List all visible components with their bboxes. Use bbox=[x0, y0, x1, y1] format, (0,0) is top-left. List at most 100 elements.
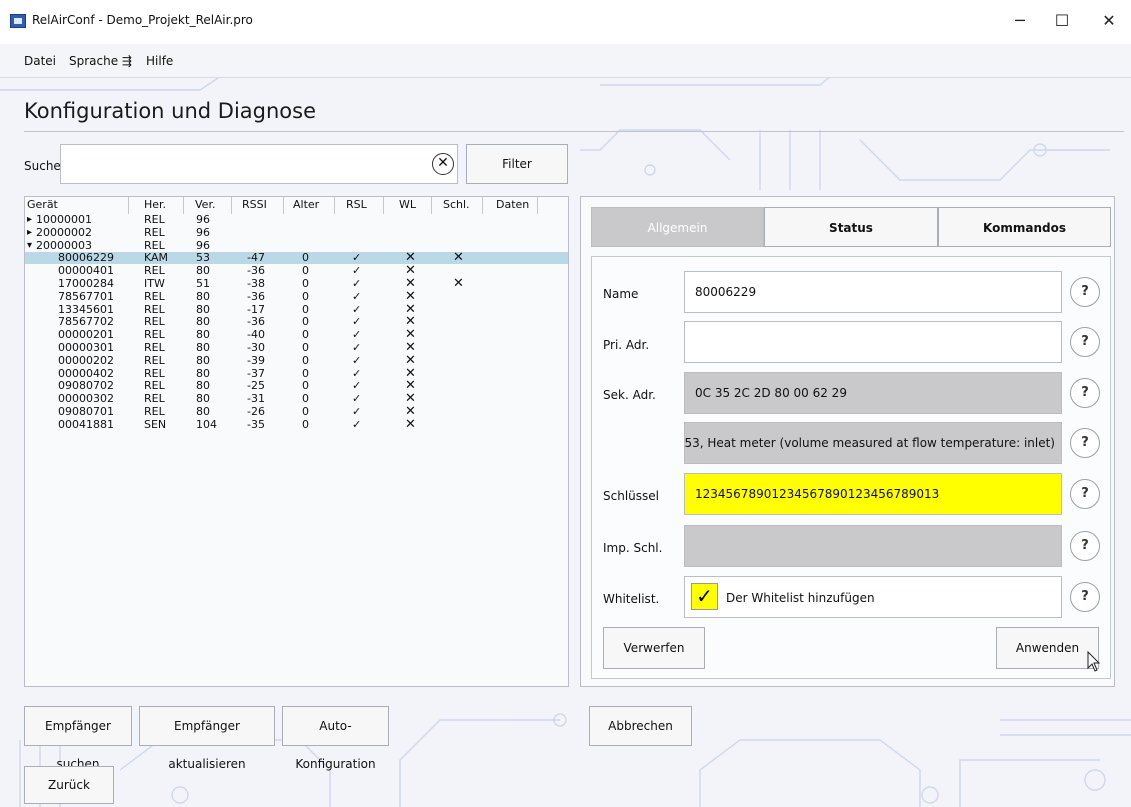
cell-age: 0 bbox=[302, 341, 309, 354]
auto-config-button[interactable]: Auto-Konfiguration bbox=[282, 706, 389, 771]
cell-rsl: ✓ bbox=[352, 328, 362, 342]
import-key-help-button[interactable]: ? bbox=[1070, 531, 1100, 561]
cell-version: 80 bbox=[196, 264, 210, 278]
table-row[interactable]: 00000302 REL 80 -31 0 ✓ ✕ bbox=[25, 392, 568, 406]
col-header-whitelist[interactable]: WL bbox=[399, 198, 416, 214]
tab-kommandos[interactable]: Kommandos bbox=[938, 207, 1111, 247]
tab-status[interactable]: Status bbox=[764, 207, 938, 247]
cell-rssi: -30 bbox=[247, 341, 265, 354]
table-row[interactable]: 00000201 REL 80 -40 0 ✓ ✕ bbox=[25, 328, 568, 342]
cell-rsl: ✓ bbox=[352, 264, 362, 278]
cell-rsl: ✓ bbox=[352, 315, 362, 329]
table-row[interactable]: 17000284 ITW 51 -38 0 ✓ ✕ ✕ bbox=[25, 277, 568, 290]
whitelist-help-button[interactable]: ? bbox=[1070, 582, 1100, 612]
col-separator bbox=[231, 197, 232, 214]
cell-rsl: ✓ bbox=[352, 405, 362, 418]
col-header-key[interactable]: Schl. bbox=[443, 198, 470, 214]
table-row[interactable]: ▸ 10000001 REL 96 bbox=[25, 214, 568, 226]
page-title: Konfiguration und Diagnose bbox=[24, 99, 317, 123]
search-input[interactable] bbox=[60, 144, 458, 184]
table-row[interactable]: ▸ 20000002 REL 96 bbox=[25, 225, 568, 239]
table-row[interactable]: 00041881 SEN 104 -35 0 ✓ ✕ bbox=[25, 417, 568, 431]
name-help-button[interactable]: ? bbox=[1070, 277, 1100, 307]
back-button[interactable]: Zurück bbox=[24, 766, 114, 804]
maximize-button[interactable]: ☐ bbox=[1042, 6, 1082, 36]
table-row[interactable]: ▾ 20000003 REL 96 bbox=[25, 239, 568, 252]
discard-button[interactable]: Verwerfen bbox=[603, 627, 705, 669]
collapse-arrow-icon[interactable]: ▾ bbox=[27, 240, 32, 252]
filter-button[interactable]: Filter bbox=[466, 144, 568, 184]
device-info-help-button[interactable]: ? bbox=[1070, 428, 1100, 458]
primary-address-field[interactable] bbox=[684, 321, 1062, 363]
cell-manufacturer: REL bbox=[144, 405, 165, 418]
update-receivers-button[interactable]: Empfänger aktualisieren bbox=[139, 706, 275, 771]
col-separator bbox=[482, 197, 483, 214]
table-row[interactable]: 09080702 REL 80 -25 0 ✓ ✕ bbox=[25, 379, 568, 393]
secondary-address-help-button[interactable]: ? bbox=[1070, 378, 1100, 408]
table-row[interactable]: 00000301 REL 80 -30 0 ✓ ✕ bbox=[25, 341, 568, 354]
search-receivers-button[interactable]: Empfänger suchen bbox=[24, 706, 132, 771]
cell-whitelist: ✕ bbox=[405, 288, 416, 304]
cell-device: 00000202 bbox=[58, 353, 114, 367]
table-row[interactable]: 78567701 REL 80 -36 0 ✓ ✕ bbox=[25, 288, 568, 304]
cell-rsl: ✓ bbox=[352, 379, 362, 393]
key-field[interactable]: 12345678901234567890123456789013 bbox=[684, 473, 1062, 515]
cell-rsl: ✓ bbox=[352, 417, 362, 431]
cell-device: 80006229 bbox=[58, 251, 114, 265]
cell-manufacturer: REL bbox=[144, 392, 165, 406]
table-row[interactable]: 78567702 REL 80 -36 0 ✓ ✕ bbox=[25, 315, 568, 329]
table-row-selected[interactable]: 80006229 KAM 53 -47 0 ✓ ✕ ✕ bbox=[25, 250, 568, 266]
cell-version: 51 bbox=[196, 277, 210, 290]
cell-manufacturer: REL bbox=[144, 328, 165, 342]
minimize-button[interactable]: ─ bbox=[1000, 6, 1040, 36]
cell-age: 0 bbox=[302, 315, 309, 329]
close-window-button[interactable]: ✕ bbox=[1089, 6, 1129, 36]
cell-version: 80 bbox=[196, 302, 210, 316]
col-separator bbox=[183, 197, 184, 214]
col-header-data[interactable]: Daten bbox=[496, 198, 529, 214]
title-divider bbox=[24, 131, 1124, 132]
cell-rssi: -26 bbox=[247, 405, 265, 418]
cell-age: 0 bbox=[302, 277, 309, 290]
col-header-rssi[interactable]: RSSI bbox=[242, 198, 267, 214]
col-header-version[interactable]: Ver. bbox=[195, 198, 215, 214]
table-row[interactable]: 00000401 REL 80 -36 0 ✓ ✕ bbox=[25, 264, 568, 278]
name-field[interactable]: 80006229 bbox=[684, 271, 1062, 313]
tab-allgemein[interactable]: Allgemein bbox=[591, 207, 764, 247]
col-header-manufacturer[interactable]: Her. bbox=[144, 198, 166, 214]
menu-sprache[interactable]: Sprache ⇶ bbox=[69, 54, 132, 68]
cell-manufacturer: REL bbox=[144, 225, 165, 239]
cell-manufacturer: ITW bbox=[144, 277, 165, 290]
col-header-device[interactable]: Gerät bbox=[27, 198, 58, 214]
col-header-rsl[interactable]: RSL bbox=[346, 198, 367, 214]
cancel-button[interactable]: Abbrechen bbox=[589, 706, 692, 746]
table-row[interactable]: 09080701 REL 80 -26 0 ✓ ✕ bbox=[25, 405, 568, 418]
cell-device: 00000402 bbox=[58, 366, 114, 380]
clear-search-icon[interactable]: ✕ bbox=[432, 153, 454, 175]
col-header-age[interactable]: Alter bbox=[293, 198, 319, 214]
window-title: RelAirConf - Demo_Projekt_RelAir.pro bbox=[32, 13, 253, 27]
cell-age: 0 bbox=[302, 289, 309, 303]
primary-address-help-button[interactable]: ? bbox=[1070, 327, 1100, 357]
key-help-button[interactable]: ? bbox=[1070, 479, 1100, 509]
cell-device: 00000401 bbox=[58, 264, 114, 278]
apply-button[interactable]: Anwenden bbox=[996, 627, 1099, 669]
expand-arrow-icon[interactable]: ▸ bbox=[27, 227, 32, 239]
table-row[interactable]: 00000402 REL 80 -37 0 ✓ ✕ bbox=[25, 366, 568, 380]
menu-hilfe[interactable]: Hilfe bbox=[146, 54, 173, 68]
name-label: Name bbox=[603, 287, 639, 301]
cell-key: ✕ bbox=[453, 250, 464, 266]
whitelist-checkbox-label[interactable]: Der Whitelist hinzufügen bbox=[726, 591, 875, 605]
expand-arrow-icon[interactable]: ▸ bbox=[27, 214, 32, 226]
table-row[interactable]: 00000202 REL 80 -39 0 ✓ ✕ bbox=[25, 353, 568, 367]
menu-datei[interactable]: Datei bbox=[24, 54, 56, 68]
cell-manufacturer: REL bbox=[144, 264, 165, 278]
key-label: Schlüssel bbox=[603, 489, 659, 503]
cell-age: 0 bbox=[302, 302, 309, 316]
whitelist-checkbox[interactable]: ✓ bbox=[691, 583, 718, 610]
cell-rssi: -25 bbox=[247, 379, 265, 393]
table-row[interactable]: 13345601 REL 80 -17 0 ✓ ✕ bbox=[25, 302, 568, 316]
cell-device: 09080702 bbox=[58, 379, 114, 393]
cell-version: 80 bbox=[196, 379, 210, 393]
cell-device: 20000002 bbox=[36, 225, 92, 239]
